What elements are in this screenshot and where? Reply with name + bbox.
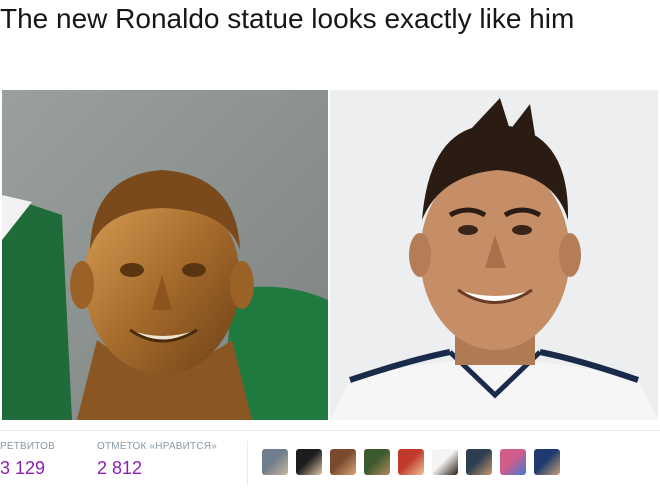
likes-count[interactable]: 2 812 xyxy=(97,458,217,479)
tweet-text: The new Ronaldo statue looks exactly lik… xyxy=(0,3,575,34)
retweets-label: РЕТВИТОВ xyxy=(0,441,56,452)
avatar-icon[interactable] xyxy=(432,449,458,475)
retweets-count[interactable]: 3 129 xyxy=(0,458,55,479)
statue-photo[interactable] xyxy=(2,90,328,420)
avatar-icon[interactable] xyxy=(500,449,526,475)
player-photo[interactable] xyxy=(330,90,658,420)
avatar-icon[interactable] xyxy=(364,449,390,475)
retweets-stat[interactable]: РЕТВИТОВ 3 129 xyxy=(0,441,55,479)
avatar-icon[interactable] xyxy=(262,449,288,475)
tweet-stats: РЕТВИТОВ 3 129 ОТМЕТОК «НРАВИТСЯ» 2 812 xyxy=(0,430,660,496)
tweet-media[interactable] xyxy=(2,90,658,420)
avatar-icon[interactable] xyxy=(330,449,356,475)
avatar-icon[interactable] xyxy=(398,449,424,475)
stats-divider xyxy=(247,441,248,485)
avatar-icon[interactable] xyxy=(534,449,560,475)
avatar-icon[interactable] xyxy=(466,449,492,475)
likes-stat[interactable]: ОТМЕТОК «НРАВИТСЯ» 2 812 xyxy=(97,441,217,479)
likes-label: ОТМЕТОК «НРАВИТСЯ» xyxy=(97,441,217,452)
avatar-icon[interactable] xyxy=(296,449,322,475)
